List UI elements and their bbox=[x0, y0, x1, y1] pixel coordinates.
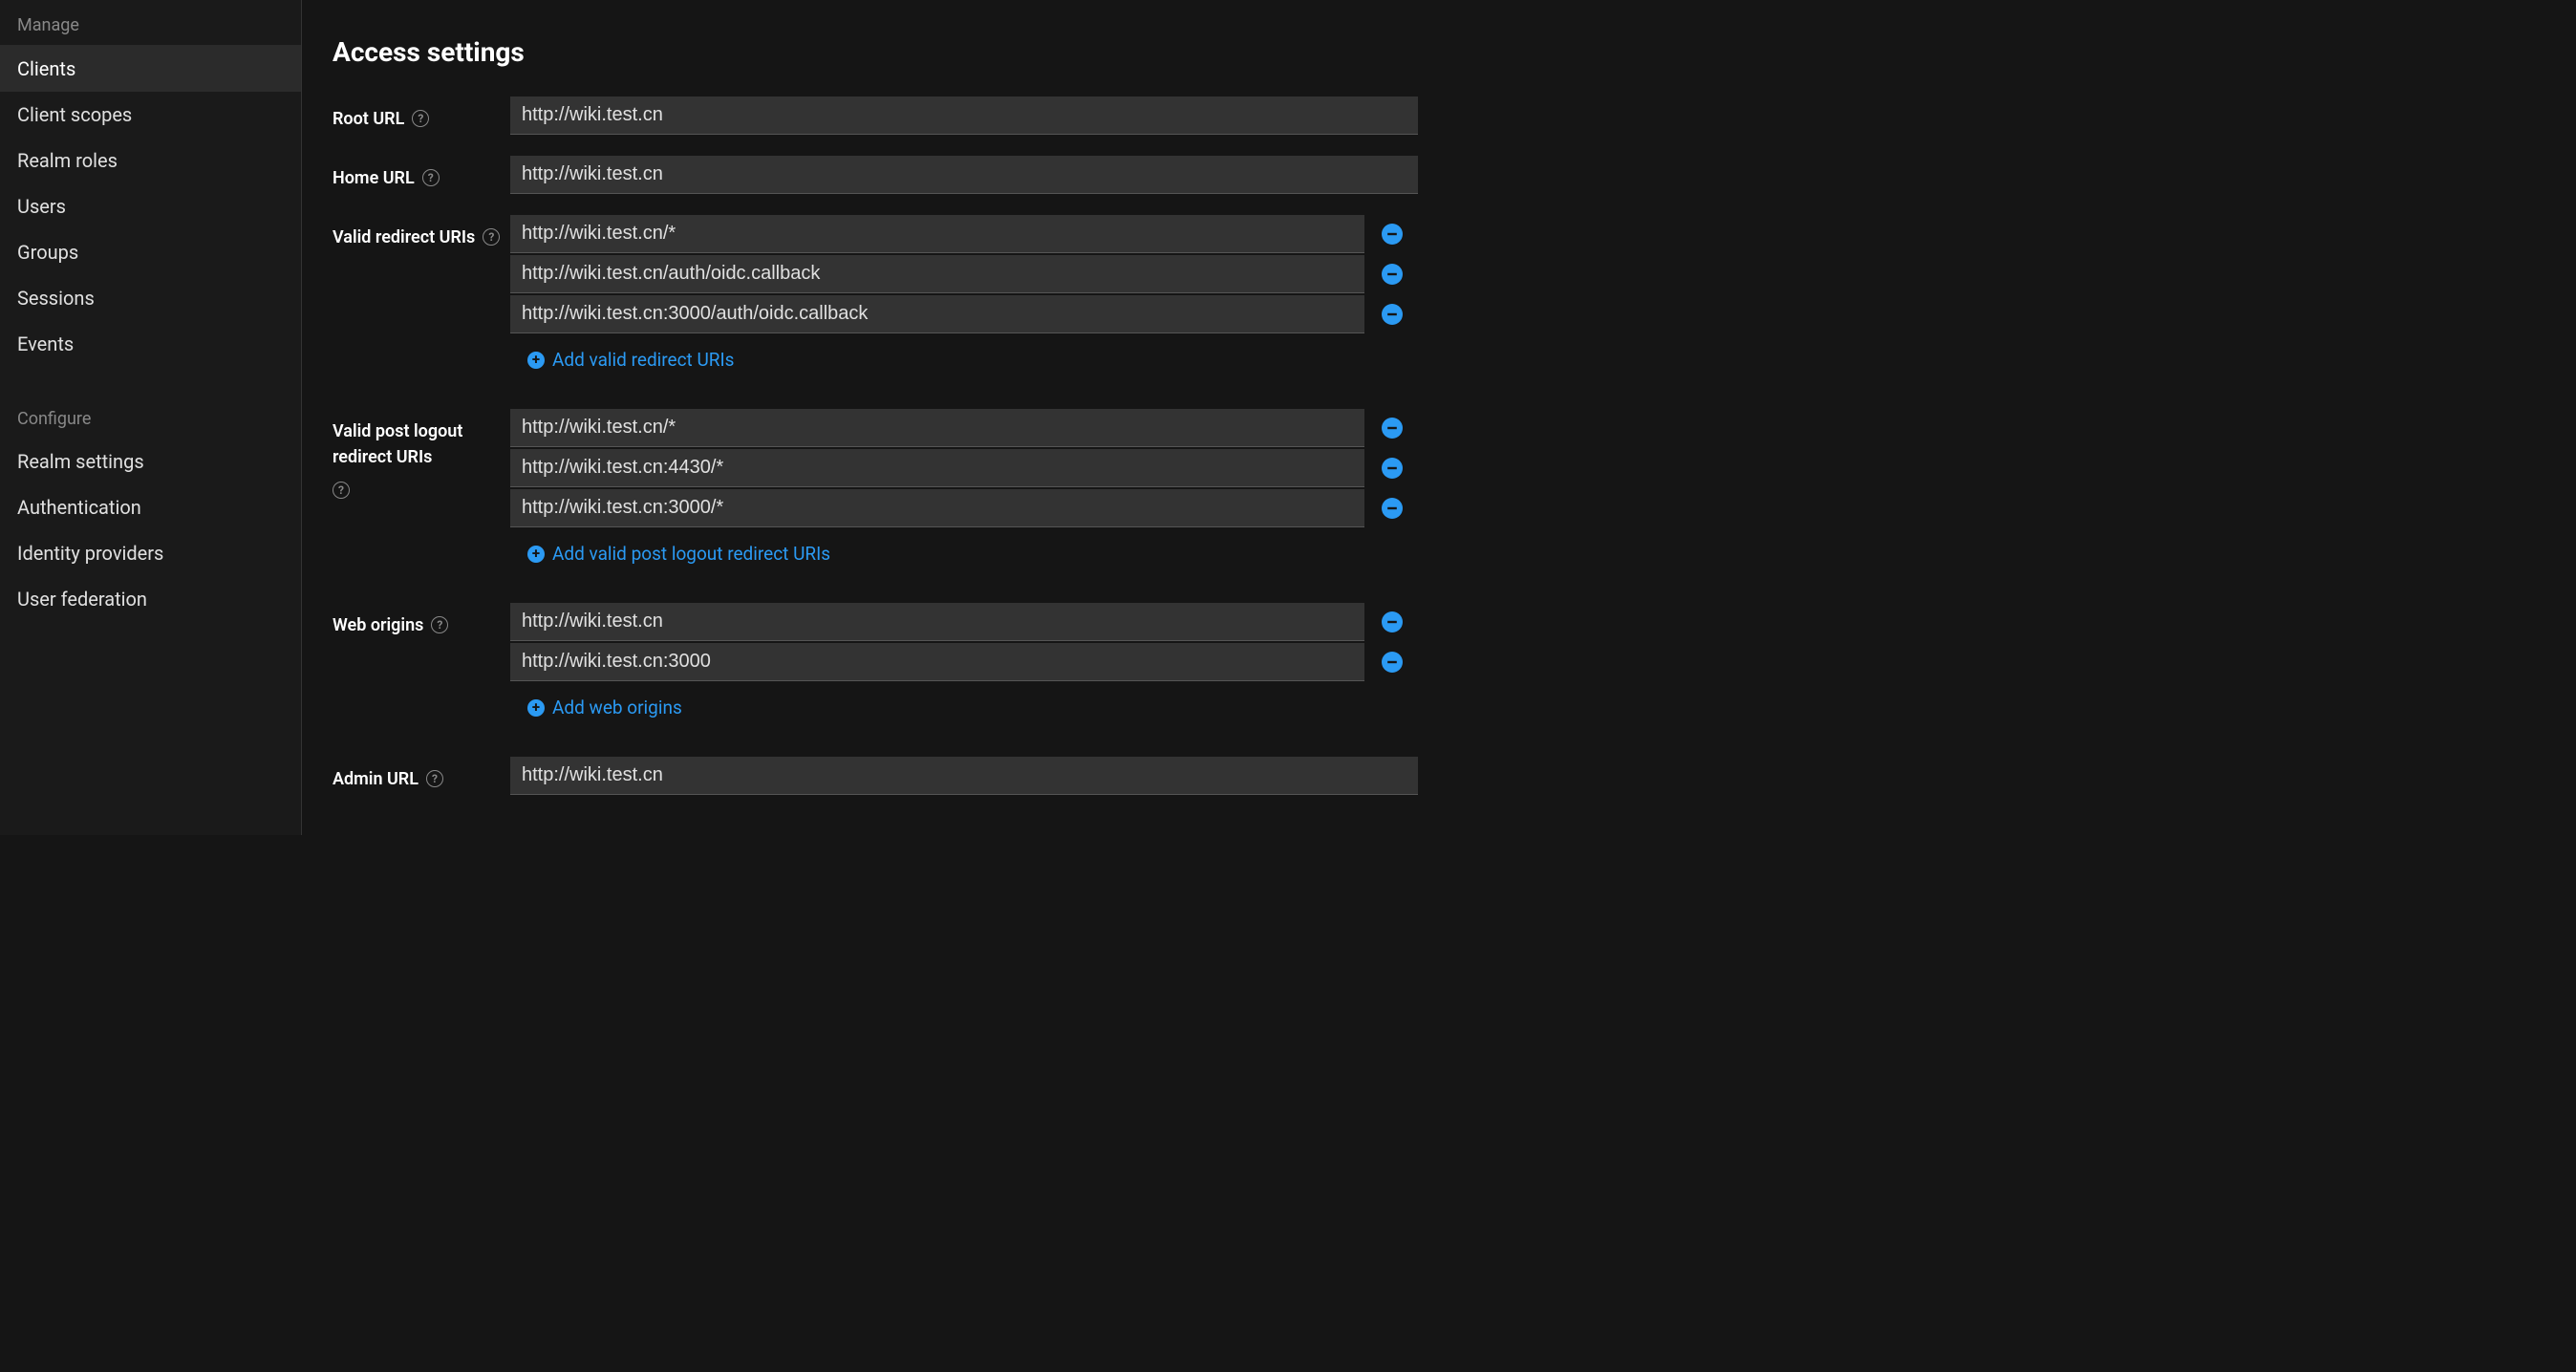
valid-post-logout-input[interactable] bbox=[510, 489, 1364, 527]
sidebar-item-realm-roles[interactable]: Realm roles bbox=[0, 138, 301, 183]
remove-icon[interactable] bbox=[1382, 498, 1403, 519]
form-row-admin-url: Admin URL ? bbox=[333, 757, 2545, 797]
valid-redirect-input[interactable] bbox=[510, 215, 1364, 253]
plus-icon: + bbox=[527, 546, 545, 563]
form-row-valid-redirect: Valid redirect URIs ? + Add valid redire… bbox=[333, 215, 2545, 371]
help-icon[interactable]: ? bbox=[333, 482, 350, 499]
sidebar-item-groups[interactable]: Groups bbox=[0, 229, 301, 275]
web-origins-input[interactable] bbox=[510, 643, 1364, 681]
main-content: Access settings Root URL ? Home URL ? Va… bbox=[302, 0, 2576, 835]
remove-icon[interactable] bbox=[1382, 652, 1403, 673]
remove-icon[interactable] bbox=[1382, 304, 1403, 325]
label-valid-redirect: Valid redirect URIs ? bbox=[333, 215, 510, 250]
label-admin-url: Admin URL ? bbox=[333, 757, 510, 792]
sidebar-item-events[interactable]: Events bbox=[0, 321, 301, 367]
add-link-label: Add valid redirect URIs bbox=[552, 349, 735, 371]
sidebar-item-realm-settings[interactable]: Realm settings bbox=[0, 439, 301, 484]
add-web-origins-button[interactable]: + Add web origins bbox=[527, 697, 2545, 718]
valid-redirect-input[interactable] bbox=[510, 295, 1364, 333]
root-url-input[interactable] bbox=[510, 96, 1418, 135]
sidebar: Manage Clients Client scopes Realm roles… bbox=[0, 0, 302, 835]
add-link-label: Add web origins bbox=[552, 697, 682, 718]
page-title: Access settings bbox=[333, 36, 2545, 68]
label-root-url: Root URL ? bbox=[333, 96, 510, 132]
form-row-home-url: Home URL ? bbox=[333, 156, 2545, 196]
valid-post-logout-input[interactable] bbox=[510, 449, 1364, 487]
form-row-root-url: Root URL ? bbox=[333, 96, 2545, 137]
sidebar-section-configure: Configure bbox=[0, 394, 301, 439]
sidebar-item-authentication[interactable]: Authentication bbox=[0, 484, 301, 530]
sidebar-item-clients[interactable]: Clients bbox=[0, 46, 301, 92]
label-home-url: Home URL ? bbox=[333, 156, 510, 191]
remove-icon[interactable] bbox=[1382, 418, 1403, 439]
help-icon[interactable]: ? bbox=[483, 228, 500, 246]
help-icon[interactable]: ? bbox=[422, 169, 440, 186]
sidebar-item-client-scopes[interactable]: Client scopes bbox=[0, 92, 301, 138]
plus-icon: + bbox=[527, 352, 545, 369]
sidebar-item-sessions[interactable]: Sessions bbox=[0, 275, 301, 321]
valid-redirect-input[interactable] bbox=[510, 255, 1364, 293]
sidebar-item-users[interactable]: Users bbox=[0, 183, 301, 229]
form-row-valid-post-logout: Valid post logout redirect URIs ? + Add … bbox=[333, 409, 2545, 565]
remove-icon[interactable] bbox=[1382, 458, 1403, 479]
plus-icon: + bbox=[527, 699, 545, 717]
valid-post-logout-input[interactable] bbox=[510, 409, 1364, 447]
sidebar-section-manage: Manage bbox=[0, 0, 301, 46]
help-icon[interactable]: ? bbox=[431, 616, 448, 633]
help-icon[interactable]: ? bbox=[412, 110, 429, 127]
add-valid-redirect-button[interactable]: + Add valid redirect URIs bbox=[527, 349, 2545, 371]
sidebar-item-user-federation[interactable]: User federation bbox=[0, 576, 301, 622]
remove-icon[interactable] bbox=[1382, 264, 1403, 285]
label-web-origins: Web origins ? bbox=[333, 603, 510, 638]
sidebar-item-identity-providers[interactable]: Identity providers bbox=[0, 530, 301, 576]
remove-icon[interactable] bbox=[1382, 224, 1403, 245]
remove-icon[interactable] bbox=[1382, 611, 1403, 632]
home-url-input[interactable] bbox=[510, 156, 1418, 194]
help-icon[interactable]: ? bbox=[426, 770, 443, 787]
admin-url-input[interactable] bbox=[510, 757, 1418, 795]
add-link-label: Add valid post logout redirect URIs bbox=[552, 543, 830, 565]
add-valid-post-logout-button[interactable]: + Add valid post logout redirect URIs bbox=[527, 543, 2545, 565]
form-row-web-origins: Web origins ? + Add web origins bbox=[333, 603, 2545, 718]
web-origins-input[interactable] bbox=[510, 603, 1364, 641]
label-valid-post-logout: Valid post logout redirect URIs ? bbox=[333, 409, 510, 499]
